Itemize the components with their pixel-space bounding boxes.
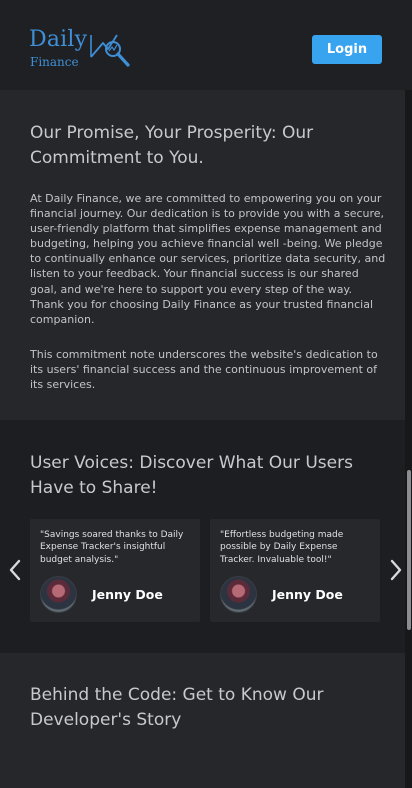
testimonial-card: "Savings soared thanks to Daily Expense … (30, 519, 200, 622)
promise-note: This commitment note underscores the web… (30, 348, 378, 392)
daily-finance-logo[interactable]: Daily Finance (29, 27, 139, 73)
chevron-right-icon[interactable] (389, 559, 403, 581)
testimonial-quote: "Savings soared thanks to Daily Expense … (40, 530, 184, 565)
user-voices-title: User Voices: Discover What Our Users Hav… (30, 453, 353, 498)
chevron-left-icon[interactable] (8, 559, 22, 581)
avatar (40, 576, 77, 613)
main-content[interactable]: Our Promise, Your Prosperity: Our Commit… (0, 90, 405, 788)
logo-word: Daily (29, 27, 88, 52)
scrollbar[interactable] (405, 90, 412, 788)
testimonial-quote: "Effortless budgeting made possible by D… (220, 530, 344, 565)
login-button[interactable]: Login (312, 35, 382, 64)
promise-section: Our Promise, Your Prosperity: Our Commit… (0, 90, 405, 420)
chart-magnifier-icon (89, 29, 133, 71)
developer-section: Behind the Code: Get to Know Our Develop… (0, 653, 405, 788)
testimonial-card: "Effortless budgeting made possible by D… (210, 519, 380, 622)
developer-title: Behind the Code: Get to Know Our Develop… (30, 685, 324, 730)
site-header: Daily Finance Login (0, 0, 412, 90)
promise-paragraph: At Daily Finance, we are committed to em… (30, 192, 386, 326)
avatar (220, 576, 257, 613)
promise-title: Our Promise, Your Prosperity: Our Commit… (30, 123, 314, 168)
logo-subtitle: Finance (30, 55, 79, 69)
testimonial-author: Jenny Doe (272, 587, 343, 602)
user-voices-section: User Voices: Discover What Our Users Hav… (0, 420, 405, 653)
testimonial-author: Jenny Doe (92, 587, 163, 602)
scrollbar-thumb[interactable] (407, 470, 411, 630)
